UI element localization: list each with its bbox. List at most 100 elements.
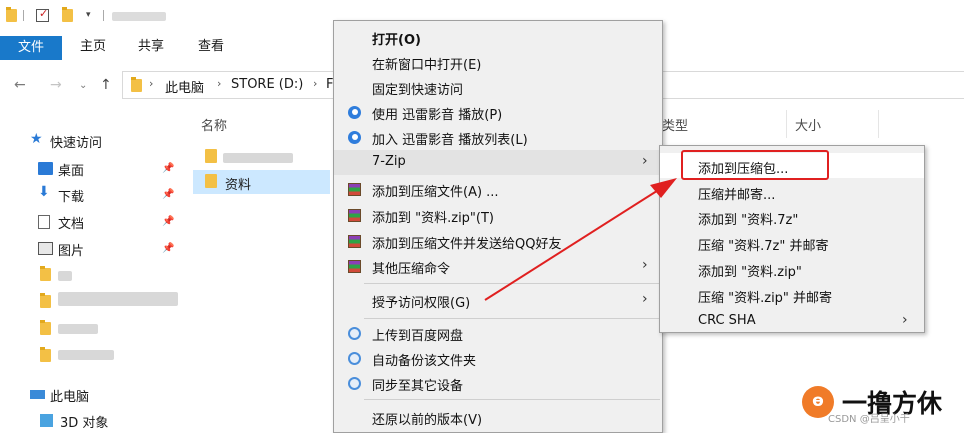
winrar-icon [348,260,361,273]
menu-label: 添加到压缩文件并发送给QQ好友 [372,237,562,252]
menu-item-open[interactable]: 打开(O) [334,25,662,50]
folder-icon [40,320,51,335]
menu-label: 压缩 "资料.7z" 并邮寄 [698,239,829,254]
breadcrumb-this-pc[interactable]: 此电脑 [165,77,204,96]
thunder-player-icon [348,106,361,119]
nav-label: 下载 [58,190,85,205]
blurred-item[interactable] [58,350,114,360]
blurred-item[interactable] [58,271,72,281]
menu-label: 同步至其它设备 [372,379,464,394]
file-name: 资料 [225,178,252,193]
submenu-item-crc-sha[interactable]: CRC SHA › [660,308,924,333]
submenu-item-compress-7z-email[interactable]: 压缩 "资料.7z" 并邮寄 [660,230,924,255]
menu-separator [364,283,660,284]
pin-icon[interactable]: 📌 [162,163,174,174]
up-arrow-icon[interactable]: ↑ [100,77,112,93]
chevron-right-icon[interactable]: › [217,77,221,90]
computer-icon [30,390,45,399]
baidu-cloud-icon [348,377,361,390]
submenu-item-compress-email[interactable]: 压缩并邮寄... [660,179,924,204]
winrar-icon [348,209,361,222]
menu-label: 加入 迅雷影音 播放列表(L) [372,133,528,148]
watermark-credit: CSDN @吕呈小千 [828,414,910,425]
winrar-icon [348,235,361,248]
cube-icon [40,414,53,427]
column-header-type[interactable]: 类型 [662,115,688,134]
chevron-right-icon: › [642,291,648,307]
menu-item-restore[interactable]: 还原以前的版本(V) [334,405,662,430]
folder-icon [40,347,51,362]
menu-separator [364,318,660,319]
blurred-item[interactable] [58,292,178,306]
folder-icon [205,174,217,188]
baidu-cloud-icon [348,327,361,340]
nav-label: 快速访问 [50,136,103,151]
menu-item-thunder-play[interactable]: 使用 迅雷影音 播放(P) [334,100,662,125]
divider [103,10,104,21]
menu-item-7zip[interactable]: 7-Zip › [334,150,662,175]
menu-label: 固定到快速访问 [372,83,464,98]
nav-label: 图片 [58,244,85,259]
pin-icon[interactable]: 📌 [162,216,174,227]
folder-icon [6,7,17,22]
blurred-filename [223,153,293,163]
tab-share[interactable]: 共享 [128,36,174,58]
menu-item-other-compress[interactable]: 其他压缩命令 › [334,254,662,279]
chevron-right-icon: › [642,257,648,273]
folder-icon [40,266,51,281]
menu-label: 添加到 "资料.zip"(T) [372,211,494,226]
forward-arrow-icon[interactable]: → [50,77,62,93]
menu-separator [364,399,660,400]
chevron-right-icon[interactable]: › [149,77,153,90]
submenu-item-add-zip[interactable]: 添加到 "资料.zip" [660,256,924,281]
menu-item-add-archive[interactable]: 添加到压缩文件(A) ... [334,177,662,202]
menu-label: 压缩并邮寄... [698,188,776,203]
menu-item-thunder-add[interactable]: 加入 迅雷影音 播放列表(L) [334,125,662,150]
menu-item-pin-quick-access[interactable]: 固定到快速访问 [334,75,662,100]
breadcrumb-drive[interactable]: STORE (D:) [231,77,303,92]
menu-item-add-zip[interactable]: 添加到 "资料.zip"(T) [334,203,662,228]
menu-label: 使用 迅雷影音 播放(P) [372,108,503,123]
submenu-item-add-7z[interactable]: 添加到 "资料.7z" [660,204,924,229]
tab-home[interactable]: 主页 [70,36,116,58]
menu-label: 在新窗口中打开(E) [372,58,482,73]
menu-label: 7-Zip [372,154,406,169]
watermark: ɵ 一撸方休 CSDN @吕呈小千 [800,384,960,428]
menu-item-add-qq[interactable]: 添加到压缩文件并发送给QQ好友 [334,229,662,254]
pin-icon[interactable]: 📌 [162,189,174,200]
document-icon [38,215,50,229]
nav-label: 3D 对象 [60,416,109,431]
tab-view[interactable]: 查看 [188,36,234,58]
folder-icon [205,149,217,163]
menu-item-baidu-upload[interactable]: 上传到百度网盘 [334,321,662,346]
tab-file[interactable]: 文件 [0,36,62,60]
desktop-icon [38,162,53,175]
file-row-selected[interactable]: 资料 [193,170,330,194]
new-folder-icon[interactable] [62,7,73,22]
chevron-down-icon[interactable]: ⌄ [79,80,87,91]
column-header-size[interactable]: 大小 [795,115,821,134]
chevron-right-icon: › [902,312,908,328]
menu-item-auto-backup[interactable]: 自动备份该文件夹 [334,346,662,371]
highlight-box [681,150,829,180]
menu-item-sync-devices[interactable]: 同步至其它设备 [334,371,662,396]
column-divider[interactable] [878,110,879,138]
back-arrow-icon[interactable]: ← [14,77,26,93]
menu-label: 自动备份该文件夹 [372,354,477,369]
menu-label: CRC SHA [698,313,756,328]
baidu-cloud-icon [348,352,361,365]
submenu-item-compress-zip-email[interactable]: 压缩 "资料.zip" 并邮寄 [660,282,924,307]
nav-label: 桌面 [58,164,85,179]
chevron-right-icon[interactable]: › [313,77,317,90]
thunder-player-icon [348,131,361,144]
menu-item-open-new-window[interactable]: 在新窗口中打开(E) [334,50,662,75]
file-row[interactable] [193,145,330,169]
properties-icon[interactable]: ✓ [36,7,49,22]
column-divider[interactable] [786,110,787,138]
column-header-name[interactable]: 名称 [201,115,227,134]
blurred-item[interactable] [58,324,98,334]
folder-icon [40,293,51,308]
chevron-down-icon[interactable]: ▾ [86,10,91,20]
pin-icon[interactable]: 📌 [162,243,174,254]
menu-item-grant-access[interactable]: 授予访问权限(G) › [334,288,662,313]
